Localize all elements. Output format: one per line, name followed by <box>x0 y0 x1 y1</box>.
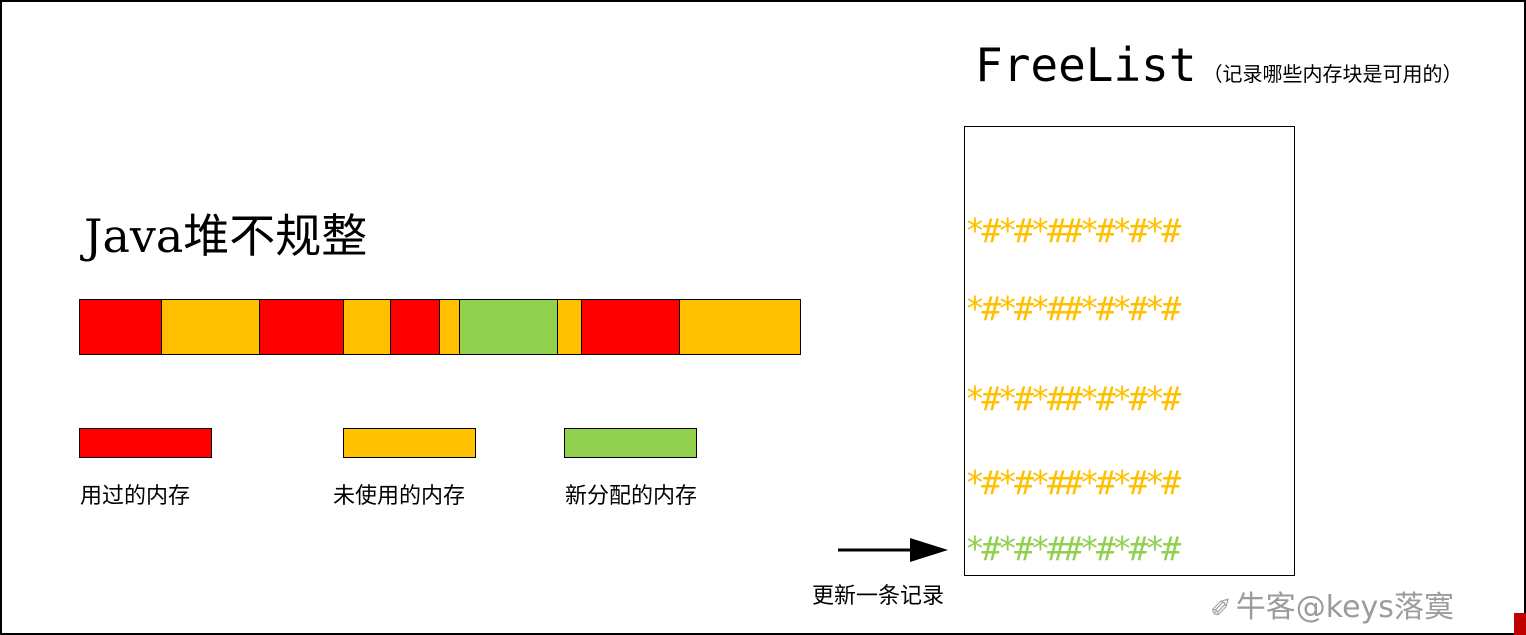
freelist-title-main: FreeList <box>975 38 1197 92</box>
heap-segment-new <box>460 300 558 354</box>
heap-segment-unused <box>162 300 260 354</box>
heap-segment-used <box>582 300 680 354</box>
heap-segment-unused <box>558 300 582 354</box>
heap-segment-used <box>260 300 344 354</box>
watermark-text: 牛客@keys落寞 <box>1235 590 1454 625</box>
heap-segment-unused <box>440 300 460 354</box>
arrow-right-icon <box>838 538 948 562</box>
freelist-row: *#*#*##*#*#*# <box>965 379 1181 418</box>
legend-label-unused: 未使用的内存 <box>333 484 466 509</box>
legend-swatch-new <box>564 428 697 458</box>
legend-swatch-used <box>79 428 212 458</box>
heap-segment-unused <box>680 300 800 354</box>
heap-segment-unused <box>344 300 391 354</box>
freelist-row: *#*#*##*#*#*# <box>965 529 1181 568</box>
arrow-label: 更新一条记录 <box>812 584 945 609</box>
legend-label-used: 用过的内存 <box>80 484 191 509</box>
legend-label-new: 新分配的内存 <box>565 484 698 509</box>
freelist-box: *#*#*##*#*#*# *#*#*##*#*#*# *#*#*##*#*#*… <box>964 126 1295 576</box>
freelist-title: FreeList （记录哪些内存块是可用的） <box>975 38 1463 92</box>
heap-bar <box>79 299 801 355</box>
freelist-row: *#*#*##*#*#*# <box>965 289 1181 328</box>
heap-segment-used <box>80 300 162 354</box>
watermark: ✐ 牛客@keys落寞 <box>1210 582 1454 626</box>
freelist-row: *#*#*##*#*#*# <box>965 211 1181 250</box>
freelist-subtitle: （记录哪些内存块是可用的） <box>1202 62 1463 86</box>
heap-segment-used <box>391 300 440 354</box>
heap-title: Java堆不规整 <box>84 209 368 263</box>
corner-mark <box>1514 613 1526 635</box>
freelist-row: *#*#*##*#*#*# <box>965 463 1181 502</box>
legend-swatch-unused <box>343 428 476 458</box>
watermark-logo-icon: ✐ <box>1210 594 1232 624</box>
